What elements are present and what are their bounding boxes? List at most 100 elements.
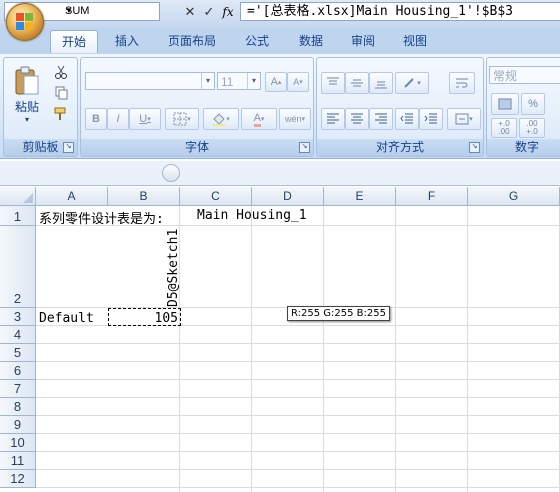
align-left-icon[interactable]	[321, 108, 345, 130]
grid-row-line	[36, 415, 560, 416]
column-header-c[interactable]: C	[180, 187, 252, 206]
align-bottom-icon[interactable]	[369, 72, 393, 94]
merge-center-button[interactable]: ▾	[447, 108, 481, 130]
percent-style-button[interactable]: %	[521, 93, 545, 115]
clipboard-group: 粘贴 ▾ 剪贴板 ↘	[3, 57, 78, 157]
cell-b2[interactable]: D5@Sketch1	[166, 229, 181, 307]
cell-a3[interactable]: Default	[39, 311, 94, 326]
copy-marquee	[108, 308, 181, 326]
decrease-decimal-button[interactable]: .00 +.0	[519, 118, 545, 138]
merge-center-icon	[455, 113, 469, 125]
font-name-combo[interactable]: ▾	[85, 72, 215, 90]
phonetic-icon: wén	[284, 114, 302, 124]
fill-color-button[interactable]: ▾	[203, 108, 239, 130]
formula-input[interactable]: ='[总表格.xlsx]Main Housing_1'!$B$3	[240, 2, 560, 21]
underline-button[interactable]: U ▾	[129, 108, 161, 130]
italic-button[interactable]: I	[107, 108, 129, 130]
font-color-button[interactable]: A ▾	[241, 108, 277, 130]
number-format-combo[interactable]: 常规	[489, 66, 560, 84]
cancel-icon[interactable]: ✕	[181, 3, 199, 21]
name-box-dropdown-icon[interactable]: ▼	[65, 6, 157, 15]
grid-row-line	[36, 361, 560, 362]
column-header-e[interactable]: E	[324, 187, 396, 206]
row-header-6[interactable]: 6	[0, 362, 36, 380]
align-right-icon[interactable]	[369, 108, 393, 130]
alignment-group: ▾ ▾ 对齐方式 ↘	[316, 57, 484, 157]
font-dialog-launcher-icon[interactable]: ↘	[299, 142, 310, 153]
copy-icon[interactable]	[50, 83, 72, 103]
row-header-1[interactable]: 1	[0, 206, 36, 226]
tab-view[interactable]: 视图	[392, 30, 438, 52]
grow-font-button[interactable]: A ▴	[265, 72, 287, 92]
shrink-font-button[interactable]: A ▾	[287, 72, 309, 92]
office-button[interactable]	[6, 3, 44, 41]
font-size-combo[interactable]: 11 ▾	[217, 72, 261, 90]
formula-bar-expand-handle[interactable]	[162, 164, 180, 182]
font-size-dropdown-icon[interactable]: ▾	[247, 73, 260, 89]
decrease-indent-icon[interactable]	[395, 108, 419, 130]
clipboard-dialog-launcher-icon[interactable]: ↘	[63, 142, 74, 153]
cell-c1[interactable]: Main Housing_1	[197, 208, 307, 223]
phonetic-button[interactable]: wén ▾	[279, 108, 311, 130]
underline-label: U	[139, 113, 148, 125]
column-header-b[interactable]: B	[108, 187, 180, 206]
alignment-dialog-launcher-icon[interactable]: ↘	[469, 142, 480, 153]
row-header-9[interactable]: 9	[0, 416, 36, 434]
borders-button[interactable]: ▾	[165, 108, 199, 130]
align-middle-icon[interactable]	[345, 72, 369, 94]
tab-data[interactable]: 数据	[288, 30, 334, 52]
insert-function-button[interactable]: fx	[219, 3, 237, 21]
office-logo-icon	[16, 13, 34, 31]
ribbon-tab-row: 开始 插入 页面布局 公式 数据 审阅 视图	[0, 28, 560, 54]
tab-review[interactable]: 审阅	[340, 30, 386, 52]
alignment-group-label: 对齐方式	[317, 139, 483, 156]
wrap-text-icon[interactable]	[449, 72, 475, 94]
tab-formulas[interactable]: 公式	[234, 30, 280, 52]
paste-icon	[15, 66, 39, 95]
select-all-triangle-icon	[23, 193, 33, 203]
row-header-5[interactable]: 5	[0, 344, 36, 362]
bold-button[interactable]: B	[85, 108, 107, 130]
font-name-dropdown-icon[interactable]: ▾	[201, 73, 214, 89]
grid-row-line	[36, 487, 560, 488]
row-header-12[interactable]: 12	[0, 470, 36, 488]
grid-column-line	[323, 206, 324, 492]
row-header-10[interactable]: 10	[0, 434, 36, 452]
format-painter-icon[interactable]	[50, 104, 72, 124]
tab-insert[interactable]: 插入	[104, 30, 150, 52]
align-top-icon[interactable]	[321, 72, 345, 94]
row-header-7[interactable]: 7	[0, 380, 36, 398]
font-group: ▾ 11 ▾ A ▴ A ▾ B I U ▾ ▾ ▾ A ▾ wén ▾ 字体 ↘	[80, 57, 314, 157]
increase-decimal-button[interactable]: +.0 .00	[491, 118, 517, 138]
fill-bucket-icon	[213, 113, 226, 126]
grid-row-line	[36, 469, 560, 470]
accounting-format-icon[interactable]	[491, 93, 519, 115]
cell-a1[interactable]: 系列零件设计表是为:	[39, 208, 164, 227]
grid-row-line	[36, 343, 560, 344]
enter-icon[interactable]: ✓	[200, 3, 218, 21]
column-header-d[interactable]: D	[252, 187, 324, 206]
row-header-4[interactable]: 4	[0, 326, 36, 344]
increase-indent-icon[interactable]	[419, 108, 443, 130]
tab-home[interactable]: 开始	[50, 30, 98, 53]
orientation-button[interactable]: ▾	[395, 72, 429, 94]
borders-icon	[173, 112, 187, 126]
grid-row-line	[36, 397, 560, 398]
grid-column-line	[467, 206, 468, 492]
select-all-corner[interactable]	[0, 187, 36, 206]
cut-icon[interactable]	[50, 62, 72, 82]
grid-column-line	[251, 206, 252, 492]
column-header-f[interactable]: F	[396, 187, 468, 206]
align-center-icon[interactable]	[345, 108, 369, 130]
tab-page-layout[interactable]: 页面布局	[162, 30, 222, 52]
row-header-8[interactable]: 8	[0, 398, 36, 416]
column-header-g[interactable]: G	[468, 187, 560, 206]
paste-button[interactable]: 粘贴 ▾	[8, 62, 46, 128]
row-header-11[interactable]: 11	[0, 452, 36, 470]
column-header-a[interactable]: A	[36, 187, 108, 206]
row-header-3[interactable]: 3	[0, 308, 36, 326]
orientation-icon	[404, 78, 414, 88]
worksheet-grid[interactable]: ABCDEFG 1 2 3 4 5 6 7 8 9 10 11 12 系列零件设计表是为: Main …	[0, 187, 560, 492]
row-header-2[interactable]: 2	[0, 226, 36, 308]
paste-dropdown-icon: ▾	[24, 115, 29, 124]
